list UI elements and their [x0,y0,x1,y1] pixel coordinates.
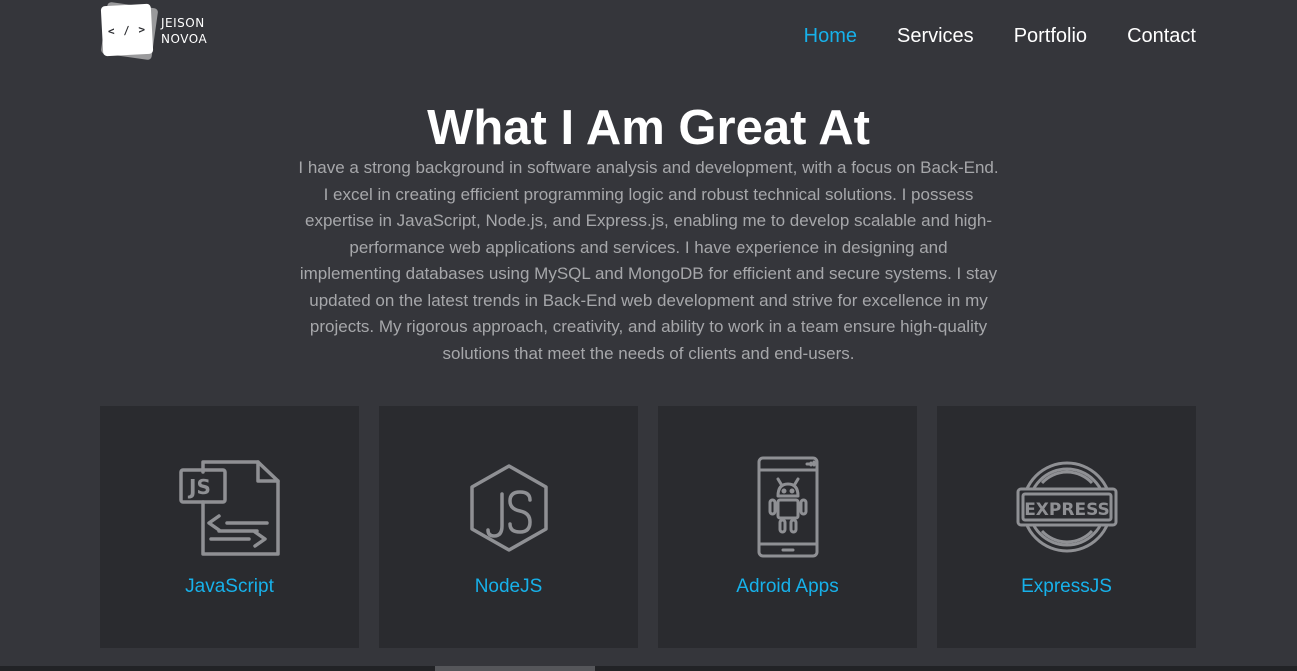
svg-text:EXPRESS: EXPRESS [1024,500,1110,520]
section-intro: I have a strong background in software a… [298,158,999,363]
section-title: What I Am Great At [427,101,870,155]
js-file-icon: JS [178,460,280,556]
nav-portfolio[interactable]: Portfolio [1014,24,1087,48]
nav-home[interactable]: Home [804,24,857,48]
nav-services[interactable]: Services [897,24,974,48]
skill-card-javascript[interactable]: JS JavaScript [100,406,359,648]
logo-text: JEISON NOVOA [161,15,207,47]
android-phone-icon [757,456,818,558]
skill-label: NodeJS [474,576,543,597]
nodejs-icon [469,464,548,552]
skill-card-expressjs[interactable]: EXPRESS ExpressJS [937,406,1196,648]
skill-card-android[interactable]: Adroid Apps [658,406,917,648]
svg-text:JS: JS [187,475,211,499]
site-logo[interactable]: < / > JEISON NOVOA [100,1,207,61]
main-nav: Home Services Portfolio Contact [804,24,1196,48]
logo-first-name: JEISON [161,16,205,30]
horizontal-scrollbar[interactable] [0,666,1297,671]
skill-card-nodejs[interactable]: NodeJS [379,406,638,648]
skill-label: JavaScript [185,576,274,597]
code-logo-icon: < / > [100,1,159,61]
skill-label: Adroid Apps [736,576,839,597]
skills-grid: JS JavaScript NodeJS Adroid Apps EXPRESS… [100,406,1196,648]
nav-contact[interactable]: Contact [1127,24,1196,48]
skill-label: ExpressJS [1021,576,1112,597]
scrollbar-thumb[interactable] [435,666,595,671]
express-stamp-icon: EXPRESS [1016,461,1117,553]
logo-last-name: NOVOA [161,32,208,46]
